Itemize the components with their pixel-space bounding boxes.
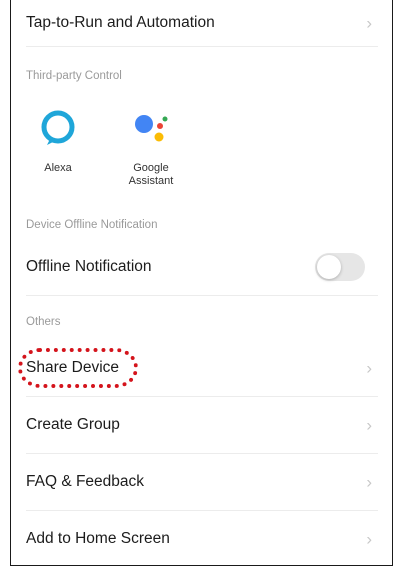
chevron-right-icon: › (366, 358, 372, 378)
settings-panel: Tap-to-Run and Automation › Third-party … (10, 0, 393, 566)
chevron-right-icon: › (366, 472, 372, 492)
share-device-label: Share Device (26, 359, 120, 376)
add-to-home-screen-row[interactable]: Add to Home Screen › (26, 511, 378, 567)
toggle-knob (317, 255, 341, 279)
alexa-icon (41, 110, 75, 145)
alexa-label: Alexa (44, 162, 72, 174)
alexa-item[interactable]: Alexa (23, 106, 93, 175)
others-header: Others (26, 316, 61, 328)
tap-to-run-automation-row[interactable]: Tap-to-Run and Automation › (26, 0, 378, 47)
chevron-right-icon: › (366, 13, 372, 33)
create-group-label: Create Group (26, 416, 120, 433)
google-assistant-label: Google Assistant (128, 162, 174, 187)
google-assistant-item[interactable]: Google Assistant (116, 106, 186, 188)
offline-notification-toggle[interactable] (315, 253, 365, 281)
add-to-home-screen-label: Add to Home Screen (26, 530, 170, 547)
faq-feedback-row[interactable]: FAQ & Feedback › (26, 454, 378, 511)
offline-notification-row: Offline Notification (26, 239, 378, 296)
chevron-right-icon: › (366, 529, 372, 549)
device-offline-notification-header: Device Offline Notification (26, 219, 158, 231)
offline-notification-label: Offline Notification (26, 258, 152, 275)
third-party-control-header: Third-party Control (26, 70, 122, 82)
tap-to-run-automation-label: Tap-to-Run and Automation (26, 14, 215, 31)
share-device-row[interactable]: Share Device › (18, 340, 378, 397)
google-assistant-icon (135, 115, 168, 142)
create-group-row[interactable]: Create Group › (26, 397, 378, 454)
chevron-right-icon: › (366, 415, 372, 435)
faq-feedback-label: FAQ & Feedback (26, 473, 145, 490)
